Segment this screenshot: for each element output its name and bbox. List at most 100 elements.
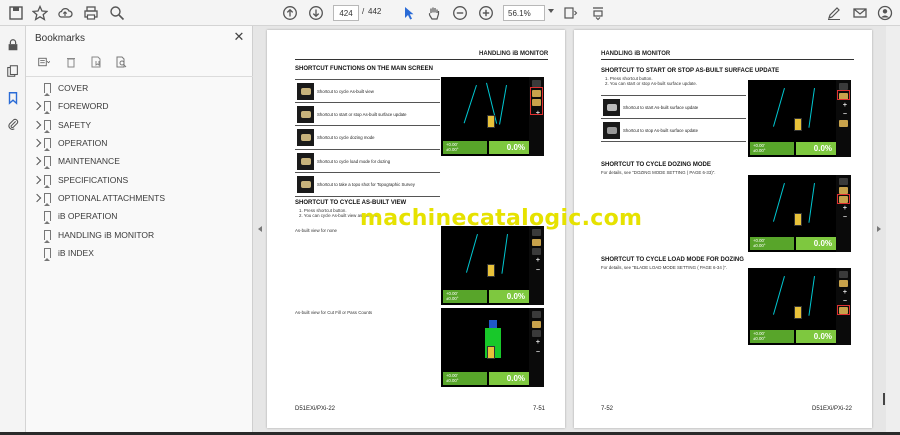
- monitor-screen: + − +0.00' ±0.00° 0.0%: [748, 268, 851, 345]
- previous-page-icon[interactable]: [280, 3, 300, 23]
- bookmark-tools: [34, 54, 138, 70]
- dozer-icon: [487, 346, 495, 359]
- star-icon[interactable]: [30, 3, 50, 23]
- monitor-screen: + +0.00' ±0.00° 0.0%: [441, 77, 544, 156]
- table-row: Shortcut to cycle dozing mode: [295, 126, 440, 150]
- bookmark-cover[interactable]: COVER: [26, 79, 253, 97]
- select-cursor-icon[interactable]: [399, 3, 419, 23]
- page-footer-number: 7-52: [601, 406, 614, 412]
- chevron-right-icon[interactable]: [32, 157, 42, 166]
- bookmark-icon: [44, 138, 51, 152]
- table-row: Shortcut to start As-built surface updat…: [601, 95, 746, 119]
- zoom-in-icon[interactable]: [476, 3, 496, 23]
- print-icon[interactable]: [81, 3, 101, 23]
- bookmark-safety[interactable]: SAFETY: [26, 116, 253, 134]
- scroll-mode-icon[interactable]: [588, 3, 608, 23]
- next-page-icon[interactable]: [306, 3, 326, 23]
- bookmarks-icon[interactable]: [4, 89, 22, 107]
- bookmark-optional-attachments[interactable]: OPTIONAL ATTACHMENTS: [26, 189, 253, 207]
- bookmark-label: SAFETY: [58, 119, 92, 130]
- bookmarks-title: Bookmarks: [35, 33, 86, 44]
- readout-bottom: ±0.00°: [753, 148, 766, 153]
- shortcut-label: Shortcut to start or stop As-built surfa…: [317, 111, 407, 117]
- attachment-icon[interactable]: [4, 115, 22, 133]
- save-icon[interactable]: [6, 3, 26, 23]
- percent-readout: 0.0%: [796, 237, 836, 250]
- navigation-rail: [0, 26, 26, 435]
- shortcut-label: Shortcut to cycle load mode for dozing: [317, 158, 391, 164]
- mail-icon[interactable]: [850, 3, 870, 23]
- search-zoom-icon[interactable]: [107, 3, 127, 23]
- bookmark-icon: [44, 211, 51, 225]
- bookmark-label: iB OPERATION: [58, 211, 118, 222]
- stop-update-icon: [603, 121, 620, 139]
- readout-bottom: ±0.00°: [753, 243, 766, 248]
- lock-icon[interactable]: [4, 36, 22, 54]
- figure-caption: As-built view for none: [295, 228, 337, 233]
- vertical-scrollbar[interactable]: [886, 26, 900, 435]
- bookmark-label: COVER: [58, 83, 89, 94]
- page-number-input[interactable]: 424: [333, 5, 359, 21]
- bookmark-ib-index[interactable]: iB INDEX: [26, 244, 253, 262]
- monitor-screen: + − +0.00' ±0.00° 0.0%: [748, 175, 851, 252]
- close-panel-icon[interactable]: ✕: [233, 30, 245, 43]
- chevron-right-icon[interactable]: [32, 175, 42, 184]
- pdf-viewer: 424 / 442 56.1% Bookmarks ✕ COVER FOREWO…: [0, 0, 900, 435]
- bookmark-ib-operation[interactable]: iB OPERATION: [26, 207, 253, 225]
- shortcut-label: Shortcut to start As-built surface updat…: [623, 105, 699, 110]
- bookmark-foreword[interactable]: FOREWORD: [26, 97, 253, 115]
- load-mode-icon: [297, 152, 314, 170]
- dozer-icon: [487, 264, 495, 277]
- zoom-out-icon[interactable]: [450, 3, 470, 23]
- elevation-readout: +0.00' ±0.00°: [443, 372, 487, 385]
- expand-right-icon[interactable]: [877, 226, 881, 232]
- page-footer-number: 7-51: [533, 406, 546, 412]
- toolbar: 424 / 442 56.1%: [0, 0, 900, 26]
- zoom-level-select[interactable]: 56.1%: [503, 5, 545, 21]
- table-row: Shortcut to start or stop As-built surfa…: [295, 103, 440, 126]
- page-total: 442: [368, 7, 382, 16]
- table-row: Shortcut to take a topo shot for Topogra…: [295, 173, 440, 197]
- chevron-right-icon[interactable]: [32, 102, 42, 111]
- page-thumbnails-icon[interactable]: [4, 62, 22, 80]
- bookmarks-panel: Bookmarks ✕ COVER FOREWORD SAFETY OPERAT…: [26, 26, 253, 435]
- section-title: SHORTCUT TO CYCLE LOAD MODE FOR DOZING: [601, 257, 744, 263]
- section-title: SHORTCUT FUNCTIONS ON THE MAIN SCREEN: [295, 66, 433, 72]
- bookmark-icon: [44, 101, 51, 115]
- new-bookmark-icon[interactable]: [88, 54, 104, 70]
- cloud-upload-icon[interactable]: [55, 3, 75, 23]
- delete-bookmark-icon[interactable]: [63, 54, 79, 70]
- bookmark-list: COVER FOREWORD SAFETY OPERATION MAINTENA: [26, 79, 253, 262]
- bookmark-label: MAINTENANCE: [58, 156, 120, 167]
- watermark-text: machinecatalogic.com: [360, 206, 643, 231]
- bookmark-icon: [44, 229, 51, 243]
- collapse-left-icon[interactable]: [258, 226, 262, 232]
- chevron-down-icon[interactable]: [548, 9, 554, 13]
- page-separator: /: [362, 7, 365, 16]
- bookmark-options-icon[interactable]: [34, 54, 54, 70]
- page-footer-model: D51EXi/PXi-22: [812, 406, 853, 412]
- bookmark-operation[interactable]: OPERATION: [26, 134, 253, 152]
- bookmark-label: HANDLING iB MONITOR: [58, 229, 155, 240]
- account-icon[interactable]: [875, 3, 895, 23]
- find-bookmark-icon[interactable]: [113, 54, 129, 70]
- hand-tool-icon[interactable]: [424, 3, 444, 23]
- chevron-right-icon[interactable]: [32, 138, 42, 148]
- scrollbar-thumb[interactable]: [883, 393, 885, 405]
- bookmark-label: OPTIONAL ATTACHMENTS: [58, 192, 166, 203]
- bookmark-label: FOREWORD: [58, 101, 109, 112]
- bookmark-handling-ib-monitor[interactable]: HANDLING iB MONITOR: [26, 225, 253, 243]
- chevron-right-icon[interactable]: [32, 193, 42, 203]
- readout-bottom: ±0.00°: [446, 147, 459, 152]
- shortcut-label: Shortcut to cycle dozing mode: [317, 135, 375, 140]
- sign-pen-icon[interactable]: [824, 3, 844, 23]
- chevron-right-icon[interactable]: [32, 120, 42, 129]
- highlight-box: [837, 90, 850, 100]
- page-fit-icon[interactable]: [560, 3, 580, 23]
- bookmark-specifications[interactable]: SPECIFICATIONS: [26, 170, 253, 188]
- bookmark-icon: [44, 119, 51, 133]
- shortcut-table: Shortcut to cycle As-built view Shortcut…: [295, 79, 440, 197]
- bookmark-icon: [44, 156, 51, 170]
- bookmark-maintenance[interactable]: MAINTENANCE: [26, 152, 253, 170]
- elevation-readout: +0.00' ±0.00°: [750, 142, 794, 155]
